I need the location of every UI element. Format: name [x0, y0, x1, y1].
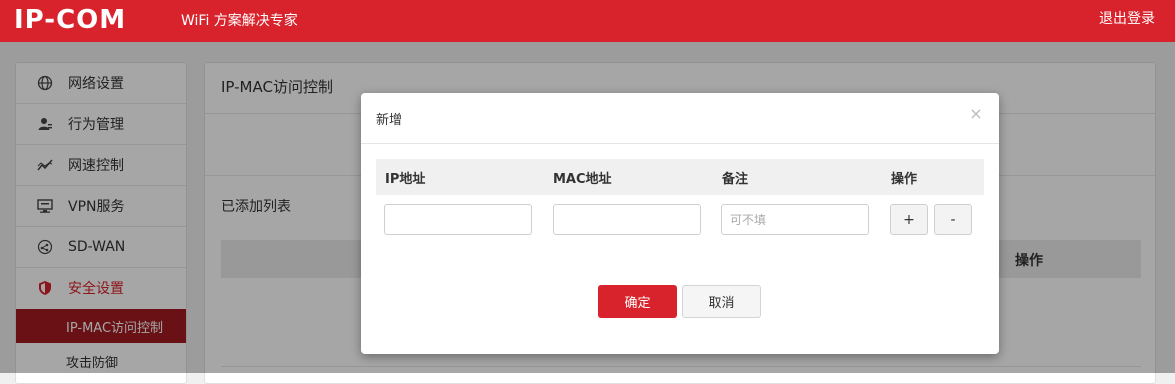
cancel-button[interactable]: 取消	[682, 285, 761, 318]
close-icon[interactable]: ×	[969, 106, 983, 122]
column-header-ip: IP地址	[385, 172, 426, 187]
dialog-title: 新增	[376, 113, 403, 128]
column-header-mac: MAC地址	[553, 172, 612, 187]
mac-address-input[interactable]	[553, 204, 701, 235]
add-row-button[interactable]: +	[890, 204, 928, 235]
ip-address-input[interactable]	[384, 204, 532, 235]
column-header-action: 操作	[891, 172, 918, 187]
note-input[interactable]	[721, 204, 869, 235]
brand-tagline: WiFi 方案解决专家	[181, 13, 298, 29]
column-header-note: 备注	[722, 172, 749, 187]
add-dialog: 新增 × IP地址 MAC地址 备注 操作 + - 确定 取消	[361, 93, 999, 354]
confirm-button[interactable]: 确定	[598, 285, 677, 318]
remove-row-button[interactable]: -	[934, 204, 972, 235]
brand-logo: IP-COM	[14, 5, 127, 35]
logout-link[interactable]: 退出登录	[1099, 9, 1155, 29]
dialog-table-header: IP地址 MAC地址 备注 操作	[376, 159, 984, 195]
divider	[361, 143, 999, 144]
top-header: IP-COM WiFi 方案解决专家 退出登录	[0, 0, 1175, 42]
